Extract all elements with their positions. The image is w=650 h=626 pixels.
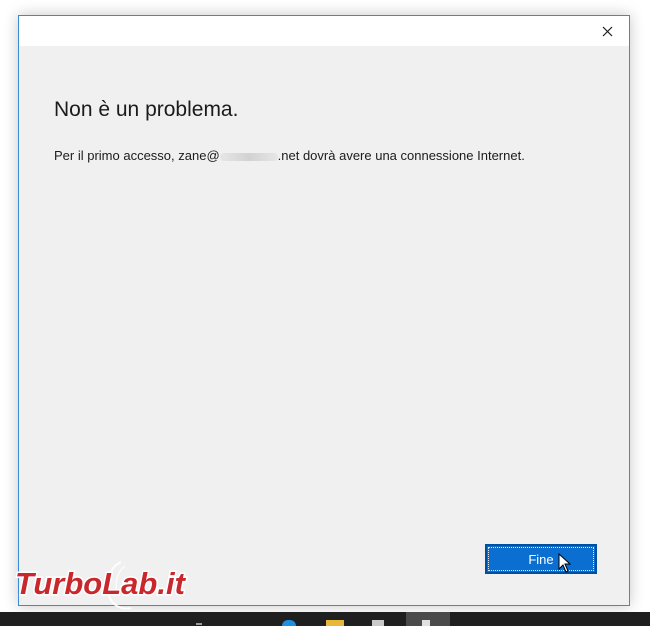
- redacted-domain: [219, 152, 278, 161]
- fine-button[interactable]: Fine: [485, 544, 597, 574]
- message-suffix: .net dovrà avere una connessione Interne…: [277, 148, 525, 163]
- fine-button-label: Fine: [528, 551, 554, 567]
- close-icon: [602, 26, 612, 36]
- message-prefix: Per il primo accesso, zane@: [54, 148, 220, 163]
- turbolab-watermark-logo: TurboLab.it: [14, 561, 188, 610]
- taskbar: [0, 612, 650, 626]
- folder-icon[interactable]: [326, 620, 344, 626]
- edge-icon[interactable]: [282, 620, 296, 626]
- svg-text:TurboLab.it: TurboLab.it: [15, 566, 187, 601]
- app-icon: [422, 620, 430, 626]
- store-icon[interactable]: [372, 620, 384, 626]
- close-button[interactable]: [585, 16, 629, 46]
- dialog-heading: Non è un problema.: [54, 98, 239, 121]
- dialog-message: Per il primo accesso, zane@ .net dovrà av…: [54, 148, 525, 163]
- mouse-cursor-icon: [558, 553, 572, 573]
- title-bar: [19, 16, 629, 46]
- taskbar-icon[interactable]: [196, 623, 202, 625]
- setup-dialog: Non è un problema. Per il primo accesso,…: [18, 15, 630, 606]
